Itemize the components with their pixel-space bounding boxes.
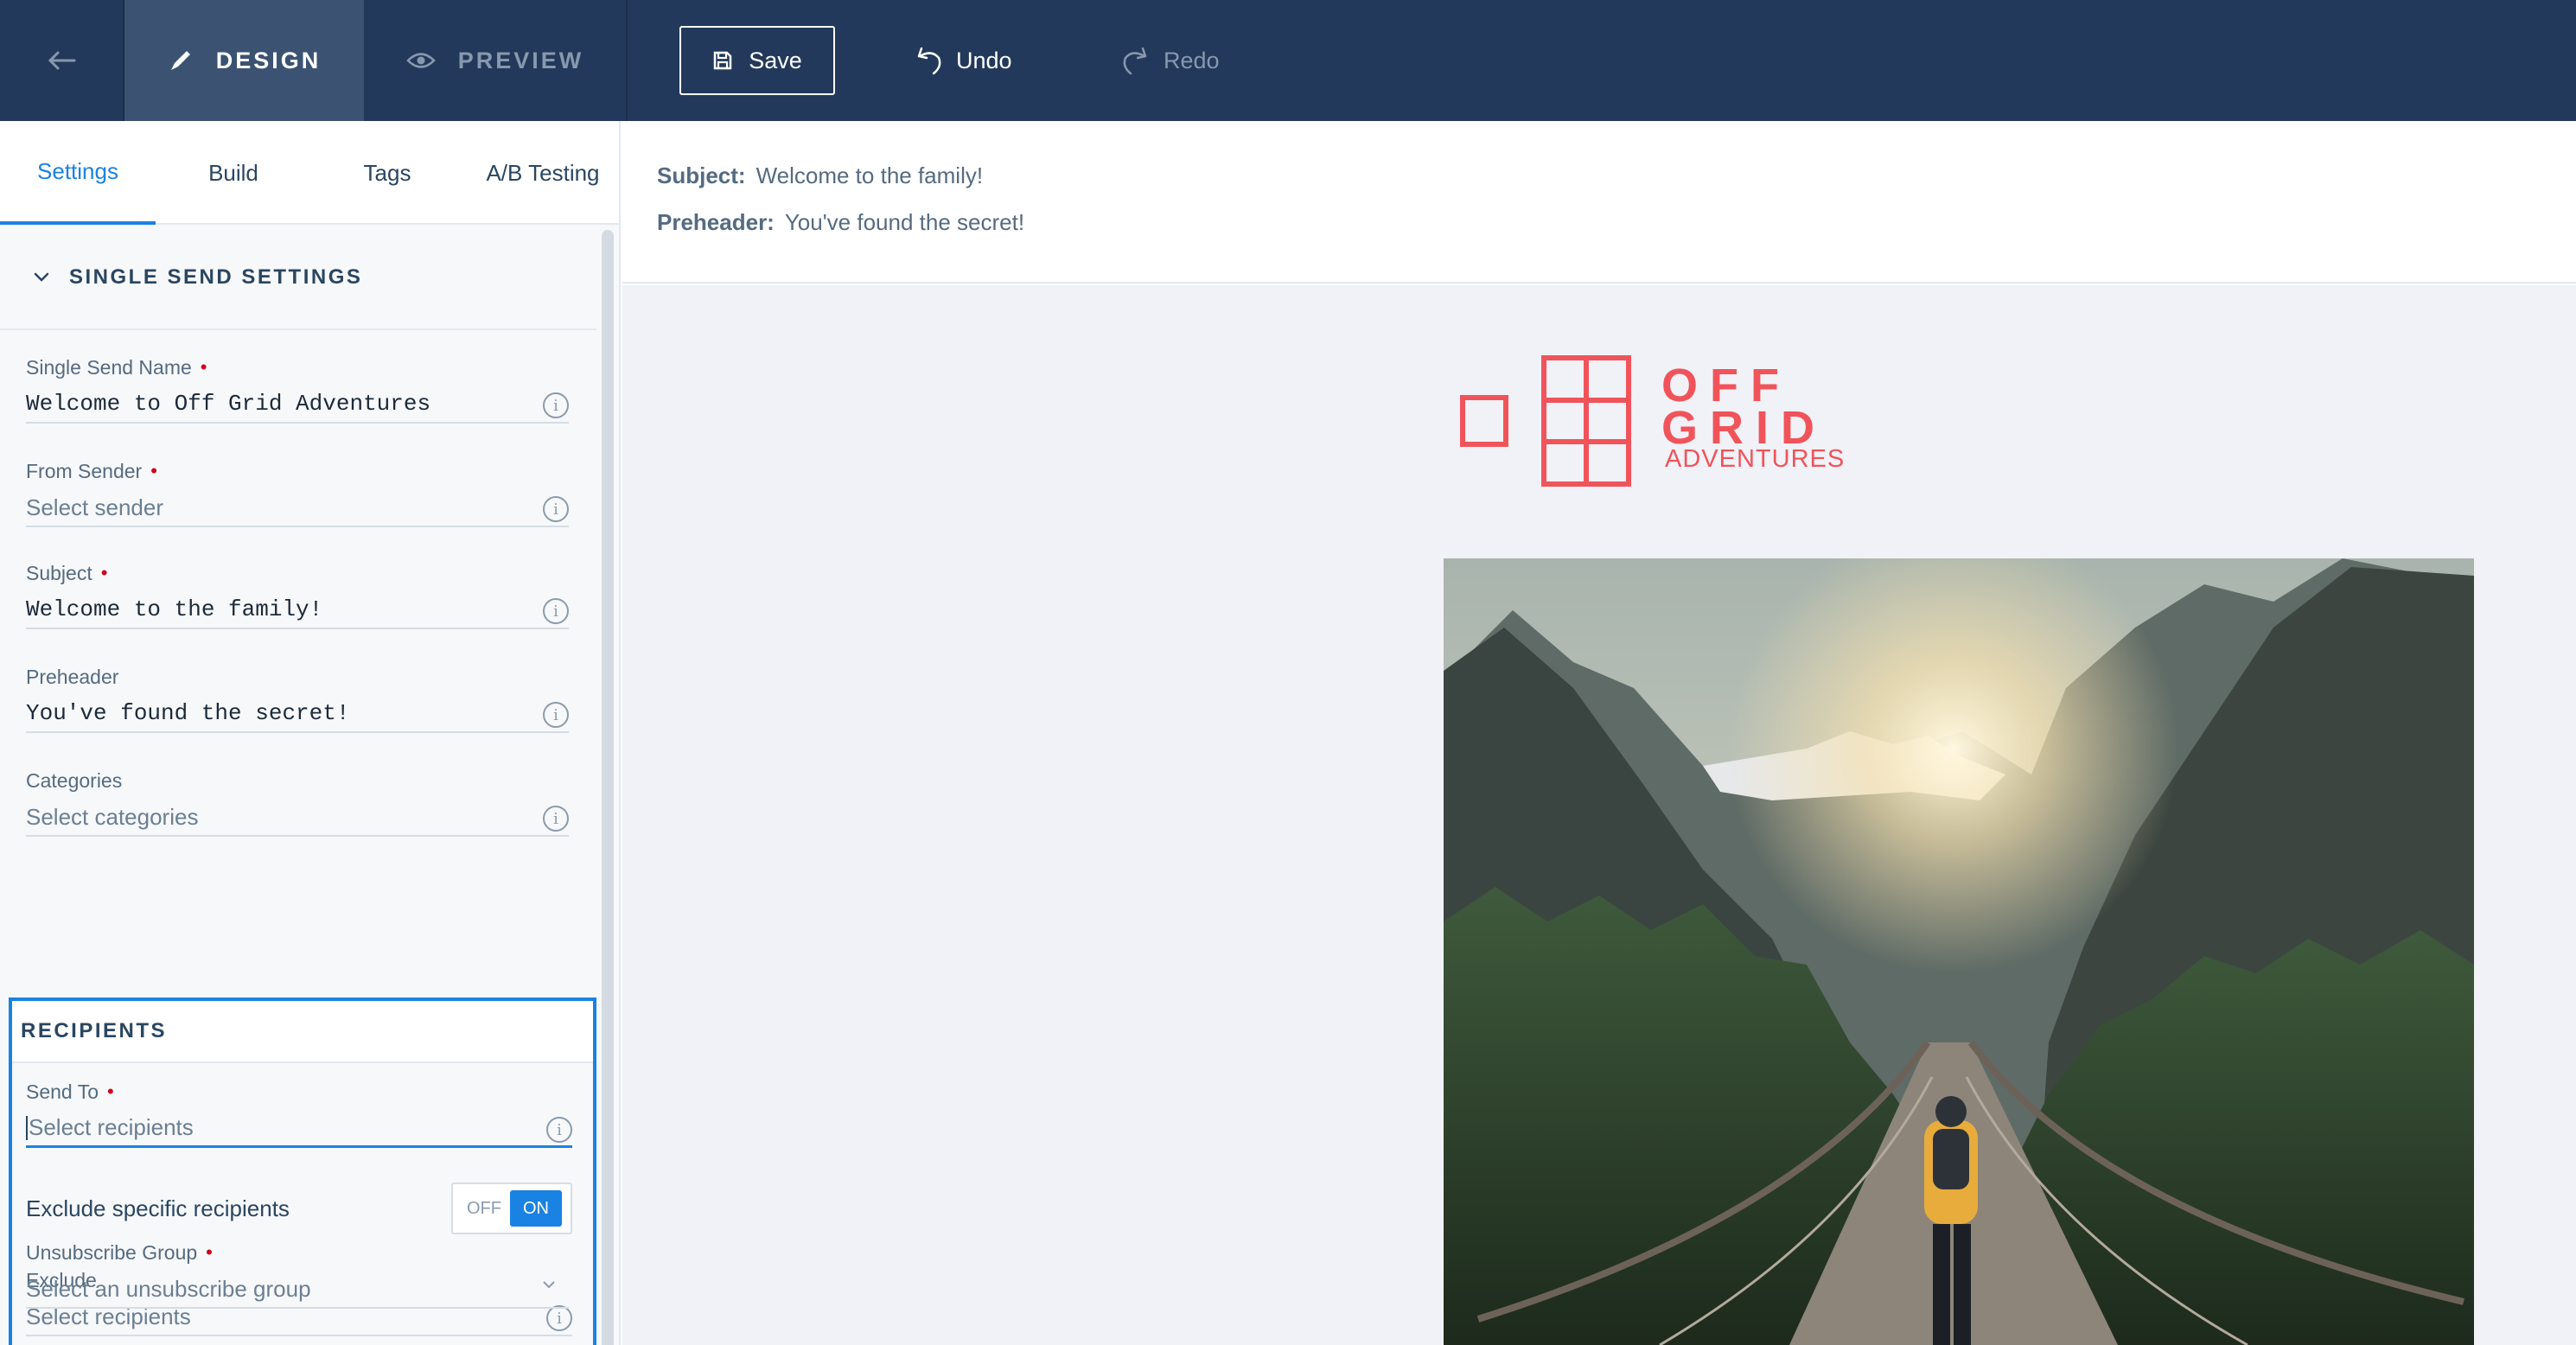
back-button[interactable] [0,0,124,121]
tab-settings[interactable]: Settings [0,121,156,225]
preheader-input[interactable]: You've found the secret! i [26,695,569,733]
field-value: You've found the secret! [26,700,350,726]
preview-mode-tab[interactable]: PREVIEW [364,0,626,121]
subject-field: Subject • Welcome to the family! i [26,560,569,629]
tab-ab-testing[interactable]: A/B Testing [465,121,619,225]
field-label: Send To [26,1080,99,1103]
subject-value: Welcome to the family! [756,163,984,188]
top-toolbar: DESIGN PREVIEW Save Undo Redo [0,0,2576,121]
required-dot-icon: • [100,562,108,583]
field-placeholder: Select sender [26,494,163,520]
field-label: Single Send Name [26,355,192,379]
settings-panel: Settings Build Tags A/B Testing SINGLE S… [0,121,621,1345]
send-to-input[interactable]: Select recipients i [26,1110,572,1148]
categories-field: Categories Select categories i [26,768,569,837]
preheader-field: Preheader You've found the secret! i [26,664,569,733]
toolbar-divider [626,0,628,121]
subject-input[interactable]: Welcome to the family! i [26,591,569,629]
single-send-settings-header[interactable]: SINGLE SEND SETTINGS [0,226,596,330]
required-dot-icon: • [106,1080,114,1102]
floppy-disk-icon [713,51,732,70]
undo-label: Undo [956,47,1012,73]
eye-icon [405,53,436,68]
exclude-toggle[interactable]: OFF ON [451,1182,572,1234]
email-meta-bar: Subject: Welcome to the family! Preheade… [622,121,2576,284]
pencil-icon [170,51,190,70]
field-value: Welcome to Off Grid Adventures [26,391,431,417]
save-button[interactable]: Save [679,26,835,95]
info-icon[interactable]: i [543,392,569,418]
design-mode-tab[interactable]: DESIGN [124,0,364,121]
design-mode-label: DESIGN [215,47,322,73]
single-send-name-input[interactable]: Welcome to Off Grid Adventures i [26,386,569,424]
info-icon[interactable]: i [543,702,569,728]
field-label: Preheader [26,665,119,688]
subject-line: Subject: Welcome to the family! [657,163,983,189]
toggle-on-option[interactable]: ON [510,1190,562,1227]
tab-build[interactable]: Build [156,121,311,225]
required-dot-icon: • [200,356,207,378]
unsubscribe-group-field: Unsubscribe Group • Select an unsubscribe… [26,1240,569,1309]
hero-image[interactable] [1444,558,2474,1345]
logo-text-adventures: ADVENTURES [1665,445,1846,473]
field-value: Welcome to the family! [26,596,323,622]
field-label: From Sender [26,459,143,482]
field-label: Categories [26,768,123,792]
field-label: Unsubscribe Group [26,1240,198,1264]
exclude-toggle-label: Exclude specific recipients [26,1195,290,1221]
exclude-toggle-row: Exclude specific recipients OFF ON [26,1182,572,1234]
info-icon[interactable]: i [546,1117,572,1143]
save-label: Save [749,47,802,73]
section-title: SINGLE SEND SETTINGS [69,265,363,289]
settings-fields: Single Send Name • Welcome to Off Grid Ad… [0,332,596,992]
panel-scrollbar[interactable] [602,230,614,1345]
field-placeholder: Select categories [26,803,199,830]
info-icon[interactable]: i [543,806,569,832]
tab-tags[interactable]: Tags [309,121,465,225]
chevron-down-icon [34,272,49,282]
arrow-left-icon [48,51,76,70]
field-placeholder: Select an unsubscribe group [26,1275,311,1302]
chevron-down-icon [543,1281,555,1289]
preview-mode-label: PREVIEW [457,47,584,73]
from-sender-select[interactable]: Select sender i [26,489,569,527]
redo-button[interactable]: Redo [1120,35,1220,86]
info-icon[interactable]: i [543,496,569,522]
categories-select[interactable]: Select categories i [26,799,569,837]
required-dot-icon: • [206,1241,213,1263]
preheader-line: Preheader: You've found the secret! [657,209,1024,236]
field-label: Subject [26,561,92,584]
undo-button[interactable]: Undo [913,35,1012,86]
single-send-name-field: Single Send Name • Welcome to Off Grid Ad… [26,354,569,424]
send-to-field: Send To • Select recipients i [26,1079,572,1148]
field-placeholder: Select recipients [29,1114,194,1140]
required-dot-icon: • [150,460,157,481]
redo-icon [1123,47,1147,75]
recipients-header: RECIPIENTS [12,1001,593,1063]
undo-icon [917,47,941,75]
unsubscribe-group-select[interactable]: Select an unsubscribe group [26,1271,569,1309]
preheader-label: Preheader: [657,209,775,235]
toggle-off-option[interactable]: OFF [458,1199,510,1219]
redo-label: Redo [1164,47,1220,73]
panel-tabs: Settings Build Tags A/B Testing [0,121,619,225]
from-sender-field: From Sender • Select sender i [26,458,569,527]
info-icon[interactable]: i [543,598,569,624]
text-cursor [26,1115,28,1140]
preheader-value: You've found the secret! [784,209,1025,235]
info-icon[interactable]: i [546,1305,572,1331]
subject-label: Subject: [657,163,746,188]
